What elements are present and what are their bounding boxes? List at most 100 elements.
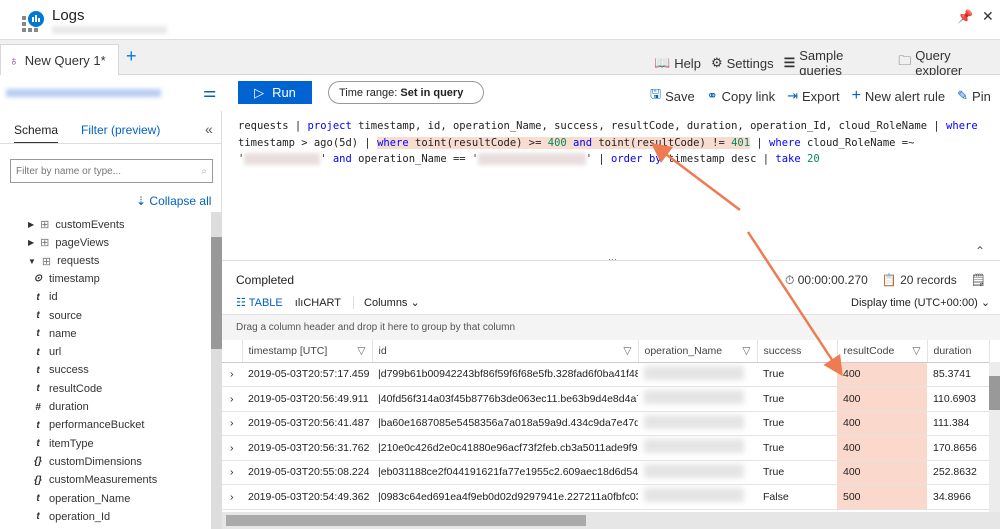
pin-window-icon[interactable]: 📌 [957, 9, 973, 25]
filter-icon[interactable]: ▽ [623, 345, 631, 357]
copy-link-button[interactable]: ⚭ Copy link [707, 85, 775, 107]
expand-row-icon[interactable]: › [222, 460, 242, 485]
pin-button[interactable]: ✎ Pin [957, 85, 991, 107]
field-type-icon: t [36, 438, 40, 450]
schema-field[interactable]: t performanceBucket [33, 419, 144, 431]
column-header[interactable]: id ▽ [372, 340, 639, 363]
column-header[interactable]: resultCode ▽ [837, 340, 928, 363]
time-range-picker[interactable]: Time range: Set in query [328, 81, 484, 104]
schema-field[interactable]: t resultCode [33, 383, 102, 395]
schema-field[interactable]: t operation_Id [33, 511, 110, 523]
caret-right-icon[interactable]: ▶ [28, 220, 34, 229]
table-cell [638, 386, 757, 412]
filter-icon[interactable]: ▽ [912, 345, 920, 357]
save-icon: 🖫 [650, 86, 662, 101]
header-label: timestamp [UTC] [248, 344, 328, 357]
cell-value: 2019-05-03T20:54:49.362 [248, 490, 370, 503]
view-chart-tab[interactable]: ılıCHART [295, 297, 341, 309]
schema-scrollbar[interactable] [211, 212, 222, 529]
column-header[interactable]: success [757, 340, 838, 363]
schema-field[interactable]: t operation_Name [33, 493, 130, 505]
table-row[interactable]: › 2019-05-03T20:56:31.762 |210e0c426d2e0c4… [222, 435, 989, 461]
blurred-value [644, 414, 744, 429]
schema-filter-input[interactable]: Filter by name or type... ⌕ [10, 159, 213, 183]
filter-icon[interactable]: ▽ [357, 345, 365, 357]
schema-field[interactable]: # duration [33, 401, 89, 413]
collapse-all-button[interactable]: ⇣ Collapse all [136, 194, 211, 208]
caret-right-icon[interactable]: ▶ [28, 238, 34, 247]
results-hscrollbar[interactable] [222, 512, 1000, 529]
table-icon: ⊞ [40, 237, 50, 250]
schema-table-pageViews[interactable]: ▶ ⊞ pageViews [28, 236, 109, 250]
results-vscrollbar[interactable] [989, 362, 1000, 512]
schema-field[interactable]: t url [33, 346, 61, 358]
caret-down-icon[interactable]: ▼ [28, 257, 36, 266]
sample-queries-button[interactable]: ☰ Sample queries [784, 48, 889, 78]
sliders-icon[interactable]: ⚌ [203, 83, 216, 101]
settings-button[interactable]: ⚙ Settings [711, 48, 774, 78]
scope-link-blurred[interactable] [6, 89, 161, 97]
tab-new-query[interactable]: ♁ New Query 1* [0, 44, 119, 75]
export-button[interactable]: ⇥ Export [787, 85, 839, 107]
column-header[interactable]: timestamp [UTC] ▽ [242, 340, 373, 363]
blurred-value [644, 463, 744, 478]
schema-field[interactable]: t itemType [33, 438, 93, 450]
column-header[interactable]: duration [927, 340, 990, 363]
schema-table-requests[interactable]: ▼ ⊞ requests [28, 255, 99, 268]
filter-icon[interactable]: ▽ [742, 345, 750, 357]
field-type-icon: {} [34, 456, 42, 468]
schema-field[interactable]: ⊙ timestamp [33, 273, 100, 285]
copy-results-icon[interactable]: 🗒 [971, 273, 986, 288]
label: Query explorer [915, 48, 963, 78]
query-token: xxxxxxxxxxxx [244, 153, 321, 165]
table-row[interactable]: › 2019-05-03T20:56:41.487 |ba60e1687085e54… [222, 411, 989, 436]
placeholder: Filter by name or type... [16, 165, 122, 177]
query-token: cloud_RoleName =~ [800, 136, 915, 149]
table-row[interactable]: › 2019-05-03T20:55:08.224 |eb031188ce2f044… [222, 460, 989, 485]
add-tab-icon[interactable]: + [126, 46, 137, 67]
new-alert-rule-button[interactable]: + New alert rule [852, 85, 946, 107]
status-text: Completed [236, 273, 295, 287]
column-header[interactable]: operation_Name ▽ [638, 340, 758, 363]
clipboard-icon: 📋 [881, 273, 897, 287]
collapse-editor-icon[interactable]: ⌃ [975, 244, 985, 258]
table-cell: |d799b61b00942243bf86f59f6f68e5fb.328fad… [372, 362, 638, 387]
collapse-panel-icon[interactable]: « [205, 121, 213, 137]
schema-field[interactable]: {} customDimensions [33, 456, 142, 468]
table-row[interactable]: › 2019-05-03T20:56:49.911 |40fd56f314a03f4… [222, 386, 989, 412]
query-editor[interactable]: requests | project timestamp, id, operat… [222, 111, 1000, 261]
query-line: timestamp > ago(5d) | where toint(result… [238, 135, 1000, 152]
field-type-icon: ⊙ [33, 273, 43, 285]
query-explorer-button[interactable]: 🗀 Query explorer [898, 48, 1000, 78]
close-icon[interactable]: ✕ [982, 8, 994, 25]
cell-value: 170.8656 [933, 441, 977, 454]
schema-table-customEvents[interactable]: ▶ ⊞ customEvents [28, 218, 124, 232]
expand-row-icon[interactable]: › [222, 362, 242, 387]
expand-row-icon[interactable]: › [222, 411, 242, 436]
table-cell: 500 [837, 484, 927, 510]
table-row[interactable]: › 2019-05-03T20:57:17.459 |d799b61b0094224… [222, 362, 989, 387]
cell-value: 400 [843, 466, 861, 479]
table-row[interactable]: › 2019-05-03T20:54:49.362 |0983c64ed691ea4… [222, 484, 989, 510]
schema-field[interactable]: t success [33, 364, 88, 376]
view-table-tab[interactable]: ☷ TABLE [236, 296, 283, 309]
tab-filter[interactable]: Filter (preview) [81, 123, 160, 137]
table-cell: 2019-05-03T20:56:49.911 [242, 386, 372, 412]
field-type-icon: t [36, 511, 40, 523]
help-button[interactable]: 📖 Help [654, 48, 701, 78]
schema-field[interactable]: {} customMeasurements [33, 474, 157, 486]
display-time-dropdown[interactable]: Display time (UTC+00:00) ⌄ [851, 296, 990, 309]
expand-row-icon[interactable]: › [222, 386, 242, 412]
tab-label: New Query 1* [24, 52, 106, 68]
schema-field[interactable]: t source [33, 310, 82, 322]
columns-dropdown[interactable]: Columns ⌄ [353, 296, 420, 309]
save-button[interactable]: 🖫 Save [650, 85, 695, 107]
schema-field[interactable]: t name [33, 328, 76, 340]
schema-field[interactable]: t id [33, 291, 57, 303]
expand-row-icon[interactable]: › [222, 435, 242, 461]
group-by-dropzone[interactable]: Drag a column header and drop it here to… [222, 314, 1000, 340]
expand-row-icon[interactable]: › [222, 484, 242, 510]
run-button[interactable]: ▷ Run [238, 81, 312, 104]
table-icon: ⊞ [40, 219, 50, 231]
tab-schema[interactable]: Schema [14, 123, 59, 144]
